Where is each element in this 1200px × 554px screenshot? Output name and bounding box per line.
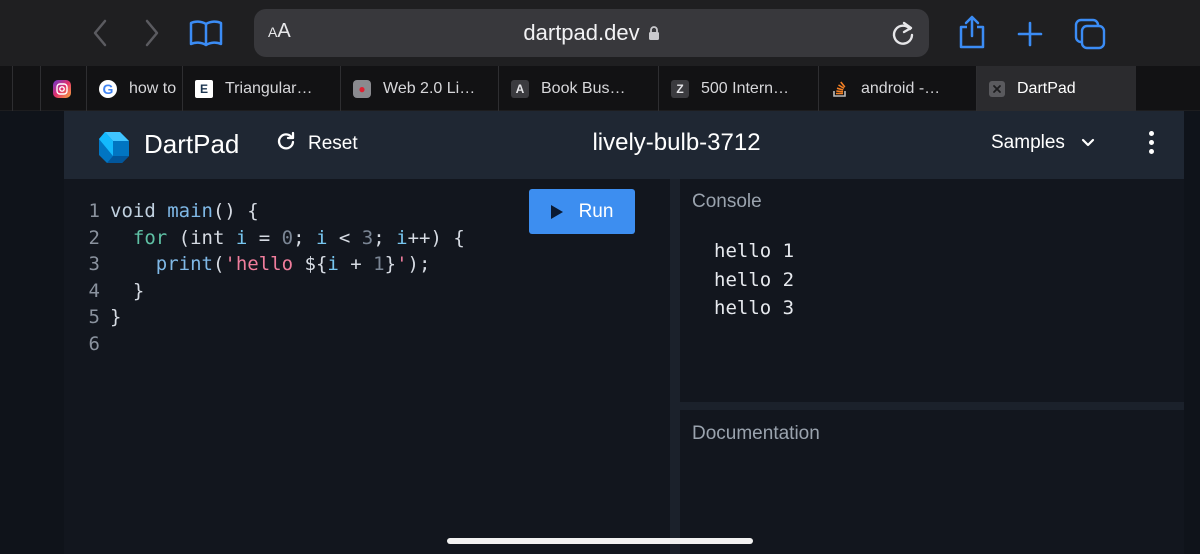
tab-web20[interactable]: ● Web 2.0 Li… [340, 66, 498, 111]
forward-icon[interactable] [140, 18, 164, 48]
tab-instagram[interactable] [40, 66, 86, 111]
stackoverflow-icon [831, 80, 849, 98]
code-line: 3 print('hello ${i + 1}'); [86, 251, 465, 278]
tab-dartpad[interactable]: DartPad [976, 66, 1136, 111]
bookmarks-icon[interactable] [188, 18, 224, 48]
line-number: 4 [88, 279, 100, 302]
tab-label: how to [129, 79, 177, 97]
line-number: 6 [88, 332, 100, 355]
tab-label: DartPad [1017, 79, 1076, 97]
tab-blank[interactable] [12, 66, 40, 111]
code-line: 1 void main() { [86, 198, 465, 225]
samples-label: Samples [991, 132, 1065, 153]
page-margin-left [0, 111, 64, 554]
tab-label: Triangular… [225, 79, 313, 97]
tab-label: Web 2.0 Li… [383, 79, 476, 97]
code-line: 2 for (int i = 0; i < 3; i++) { [86, 225, 465, 252]
share-icon[interactable] [955, 14, 989, 50]
play-icon [550, 204, 563, 219]
tab-label: 500 Intern… [701, 79, 790, 97]
google-icon: G [99, 79, 117, 98]
code-content[interactable]: 1 void main() {2 for (int i = 0; i < 3; i… [86, 198, 465, 357]
line-number: 2 [88, 226, 100, 249]
documentation-header: Documentation [692, 423, 820, 444]
console-line: hello 3 [714, 297, 795, 319]
new-tab-icon[interactable] [1014, 18, 1046, 50]
console-header: Console [692, 191, 762, 212]
browser-toolbar: AA dartpad.dev [0, 0, 1200, 66]
samples-dropdown[interactable]: Samples [991, 132, 1095, 154]
vertical-splitter[interactable] [670, 179, 680, 554]
console-line: hello 1 [714, 240, 795, 262]
console-panel: Console hello 1 hello 2 hello 3 [680, 179, 1184, 402]
page-margin-right [1184, 111, 1200, 554]
dartpad-header: DartPad Reset lively-bulb-3712 Samples [64, 111, 1184, 179]
z-icon: Z [671, 79, 689, 98]
line-number: 3 [88, 253, 100, 275]
back-icon[interactable] [88, 18, 112, 48]
instagram-icon [53, 79, 71, 98]
tab-500-internal[interactable]: Z 500 Intern… [658, 66, 818, 111]
tab-triangular[interactable]: E Triangular… [182, 66, 340, 111]
reload-icon[interactable] [891, 20, 915, 51]
tab-bar: G how to E Triangular… ● Web 2.0 Li… A B… [0, 66, 1200, 111]
code-line: 5} [86, 304, 465, 331]
code-line: 6 [86, 331, 465, 358]
chevron-down-icon [1081, 132, 1095, 154]
tab-label: Book Bus… [541, 79, 626, 97]
url-text: dartpad.dev [523, 20, 640, 45]
e-icon: E [195, 79, 213, 98]
tab-label: android -… [861, 79, 941, 97]
a-icon: A [511, 79, 529, 98]
lock-icon [648, 21, 660, 40]
tab-book-bus[interactable]: A Book Bus… [498, 66, 658, 111]
line-number: 1 [88, 200, 100, 222]
url-field[interactable]: dartpad.dev [254, 20, 929, 46]
run-label: Run [578, 200, 614, 222]
tab-overview-icon[interactable] [1072, 16, 1108, 52]
code-editor[interactable]: 1 void main() {2 for (int i = 0; i < 3; i… [64, 179, 670, 554]
home-indicator[interactable] [447, 538, 753, 544]
more-menu-icon[interactable] [1144, 131, 1158, 159]
horizontal-splitter[interactable] [680, 402, 1184, 410]
tab-google[interactable]: G how to [86, 66, 182, 111]
tab-android[interactable]: android -… [818, 66, 976, 111]
robot-icon: ● [353, 79, 371, 98]
console-output: hello 1 hello 2 hello 3 [714, 237, 794, 323]
close-icon[interactable] [989, 80, 1005, 97]
run-button[interactable]: Run [529, 189, 635, 234]
line-number: 5 [88, 306, 100, 328]
address-bar[interactable]: AA dartpad.dev [254, 9, 929, 57]
documentation-panel: Documentation [680, 410, 1184, 554]
code-line: 4 } [86, 278, 465, 305]
console-line: hello 2 [714, 268, 795, 291]
